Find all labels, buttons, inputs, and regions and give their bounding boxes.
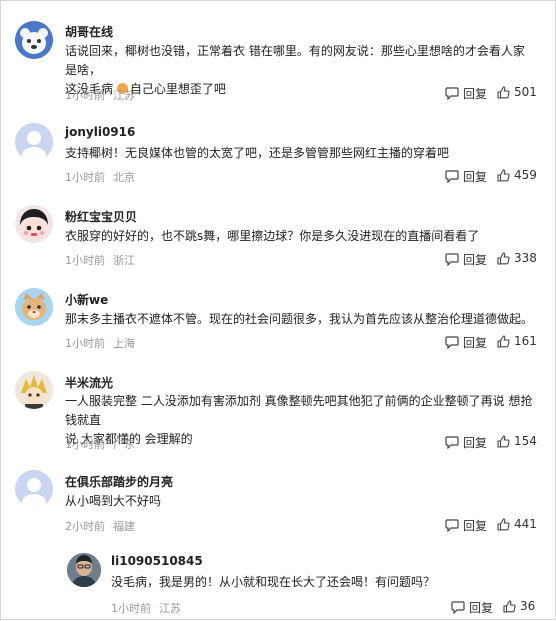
avatar[interactable] xyxy=(15,371,53,409)
comment-text: 没毛病，我是男的！从小就和现在长大了还会喝！有问题吗？ xyxy=(111,575,436,589)
like-count: 441 xyxy=(514,517,537,531)
timestamp: 2小时前 xyxy=(65,520,105,533)
white-bear-avatar-icon xyxy=(15,21,53,59)
avatar[interactable] xyxy=(67,553,101,587)
comment-list: 胡哥在线 话说回来，椰树也没错，正常着衣 错在哪里。有的网友说：那些心里想啥的才… xyxy=(0,0,556,620)
cat-avatar-icon xyxy=(15,288,53,326)
list-item-reply: li1090510845 没毛病，我是男的！从小就和现在长大了还会喝！有问题吗？… xyxy=(1,543,556,621)
like-count: 36 xyxy=(520,599,536,613)
location: 北京 xyxy=(113,171,135,184)
like-count: 338 xyxy=(514,251,537,265)
thumbs-up-icon xyxy=(497,251,510,265)
comment-icon xyxy=(445,436,459,449)
location: 上海 xyxy=(113,337,135,350)
timestamp: 1小时前 xyxy=(111,602,151,615)
list-item: jonyli0916 支持椰树！无良媒体也管的太宽了吧，还是多管管那些网红主播的… xyxy=(1,111,556,194)
location: 江苏 xyxy=(159,602,181,615)
comment-text: 支持椰树！无良媒体也管的太宽了吧，还是多管管那些网红主播的穿着吧 xyxy=(65,146,450,160)
thumbs-up-icon xyxy=(497,434,510,448)
avatar[interactable] xyxy=(15,21,53,59)
reply-button[interactable]: 回复 xyxy=(445,251,487,268)
comment-icon xyxy=(445,170,459,183)
thumbs-up-icon xyxy=(497,517,510,531)
reply-button[interactable]: 回复 xyxy=(445,517,487,534)
comment-meta: 2小时前 福建 xyxy=(65,518,135,534)
photo-avatar-icon xyxy=(67,553,101,587)
comment-text: 衣服穿的好好的，也不跳s舞，哪里擦边球？你是多久没进现在的直播间看看了 xyxy=(65,229,480,243)
like-count: 459 xyxy=(514,168,537,182)
username[interactable]: 小新we xyxy=(65,291,108,308)
like-button[interactable]: 338 xyxy=(497,251,537,265)
thumbs-up-icon xyxy=(503,599,516,613)
like-button[interactable]: 154 xyxy=(497,434,537,448)
username[interactable]: 粉红宝宝贝贝 xyxy=(65,208,137,225)
anime-avatar-icon xyxy=(15,371,53,409)
comment-text: 那末多主播衣不遮体不管。现在的社会问题很多，我认为首先应该从整治伦理道德做起。 xyxy=(65,312,534,326)
reply-button[interactable]: 回复 xyxy=(451,599,493,616)
default-avatar-icon xyxy=(15,123,53,161)
list-item: 半米流光 一人服装完整 二人没添加有害添加剂 真像整顿先吧其他犯了前俩的企业整顿… xyxy=(1,360,556,460)
location: 浙江 xyxy=(113,254,135,267)
avatar[interactable] xyxy=(15,288,53,326)
comment-meta: 1小时前 上海 xyxy=(65,335,135,351)
default-avatar-icon xyxy=(15,470,53,508)
username[interactable]: 胡哥在线 xyxy=(65,23,113,40)
location: 江苏 xyxy=(113,89,135,102)
comment-meta: 1小时前 北京 xyxy=(65,169,135,185)
avatar[interactable] xyxy=(15,470,53,508)
comment-meta: 1小时前 广东 xyxy=(65,436,135,452)
list-item: 小新we 那末多主播衣不遮体不管。现在的社会问题很多，我认为首先应该从整治伦理道… xyxy=(1,277,556,360)
timestamp: 1小时前 xyxy=(65,438,105,451)
timestamp: 1小时前 xyxy=(65,254,105,267)
comment-meta: 1小时前 江苏 xyxy=(65,87,135,103)
comment-meta: 1小时前 浙江 xyxy=(65,252,135,268)
comment-text: 从小喝到大不好吗 xyxy=(65,494,162,508)
timestamp: 1小时前 xyxy=(65,171,105,184)
avatar[interactable] xyxy=(15,205,53,243)
reply-button[interactable]: 回复 xyxy=(445,334,487,351)
like-button[interactable]: 161 xyxy=(497,334,537,348)
comment-icon xyxy=(445,519,459,532)
thumbs-up-icon xyxy=(497,85,510,99)
timestamp: 1小时前 xyxy=(65,89,105,102)
like-count: 154 xyxy=(514,434,537,448)
comment-icon xyxy=(445,336,459,349)
thumbs-up-icon xyxy=(497,168,510,182)
cartoon-girl-avatar-icon xyxy=(15,205,53,243)
location: 广东 xyxy=(113,438,135,451)
list-item: 胡哥在线 话说回来，椰树也没错，正常着衣 错在哪里。有的网友说：那些心里想啥的才… xyxy=(1,1,556,111)
avatar[interactable] xyxy=(15,123,53,161)
list-item: 粉红宝宝贝贝 衣服穿的好好的，也不跳s舞，哪里擦边球？你是多久没进现在的直播间看… xyxy=(1,194,556,277)
username[interactable]: jonyli0916 xyxy=(65,125,135,139)
location: 福建 xyxy=(113,520,135,533)
like-count: 161 xyxy=(514,334,537,348)
like-button[interactable]: 36 xyxy=(503,599,535,613)
reply-button[interactable]: 回复 xyxy=(445,434,487,451)
username[interactable]: 半米流光 xyxy=(65,374,113,391)
comment-icon xyxy=(445,87,459,100)
timestamp: 1小时前 xyxy=(65,337,105,350)
username[interactable]: li1090510845 xyxy=(111,554,203,568)
like-count: 501 xyxy=(514,85,537,99)
thumbs-up-icon xyxy=(497,334,510,348)
comment-icon xyxy=(451,601,465,614)
like-button[interactable]: 459 xyxy=(497,168,537,182)
like-button[interactable]: 501 xyxy=(497,85,537,99)
comment-meta: 1小时前 江苏 xyxy=(111,600,181,616)
reply-button[interactable]: 回复 xyxy=(445,85,487,102)
username[interactable]: 在俱乐部踏步的月亮 xyxy=(65,473,173,490)
comment-icon xyxy=(445,253,459,266)
list-item: 在俱乐部踏步的月亮 从小喝到大不好吗 2小时前 福建 回复 441 xyxy=(1,460,556,543)
like-button[interactable]: 441 xyxy=(497,517,537,531)
reply-button[interactable]: 回复 xyxy=(445,168,487,185)
